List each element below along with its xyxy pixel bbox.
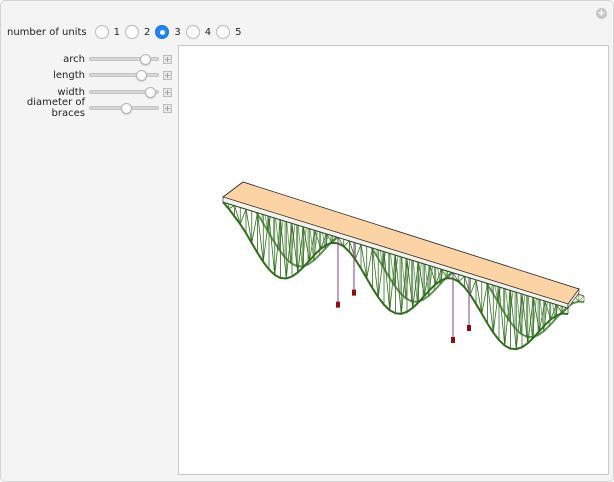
units-option-2[interactable]: 2 [124, 25, 151, 39]
bridge-3d-viewport[interactable] [178, 45, 609, 475]
number-of-units-control: number of units 1 2 3 4 5 [7, 23, 246, 41]
radio-button[interactable] [216, 25, 231, 39]
radio-label: 3 [174, 26, 181, 38]
radio-label: 1 [113, 26, 120, 38]
radio-label: 5 [235, 26, 242, 38]
truss-brace [577, 295, 585, 302]
truss-brace [366, 247, 373, 279]
diameter-of-braces-slider-row: diameter of braces + [1, 97, 172, 119]
arch-slider-row: arch + [1, 52, 172, 66]
slider-thumb[interactable] [136, 70, 148, 81]
slider-thumb[interactable] [139, 54, 151, 65]
width-label: width [57, 86, 85, 98]
units-option-5[interactable]: 5 [216, 25, 241, 39]
truss-brace [228, 205, 235, 210]
units-option-3[interactable]: 3 [155, 25, 181, 39]
truss-brace [239, 208, 247, 225]
slider-thumb[interactable] [144, 87, 156, 98]
diameter-of-braces-slider[interactable] [89, 103, 159, 114]
pier-block [336, 301, 340, 308]
slider-thumb[interactable] [120, 103, 132, 114]
plus-icon[interactable]: + [163, 70, 172, 80]
length-label: length [53, 69, 85, 81]
length-slider[interactable] [89, 70, 159, 81]
truss-brace [251, 212, 258, 244]
radio-button[interactable] [94, 25, 109, 39]
radio-button[interactable] [155, 25, 170, 39]
plus-icon[interactable]: + [596, 8, 607, 19]
plus-icon[interactable]: + [163, 103, 172, 113]
units-option-4[interactable]: 4 [185, 25, 212, 39]
radio-button[interactable] [185, 25, 200, 39]
truss-brace [458, 275, 465, 283]
radio-label: 4 [204, 26, 212, 38]
truss-brace [481, 283, 488, 314]
pier-block [451, 336, 455, 343]
truss-brace [469, 279, 477, 295]
arch-label: arch [63, 53, 85, 65]
number-of-units-label: number of units [7, 26, 87, 38]
truss-brace [354, 244, 362, 260]
pier-block [352, 289, 356, 296]
units-option-1[interactable]: 1 [94, 25, 120, 39]
length-slider-row: length + [1, 68, 172, 82]
radio-button[interactable] [124, 25, 139, 39]
pier-block [467, 324, 471, 331]
bridge-piers [336, 289, 471, 343]
plus-icon[interactable]: + [163, 87, 172, 97]
truss-brace [343, 240, 350, 247]
arch-slider[interactable] [89, 54, 159, 65]
radio-label: 2 [143, 26, 151, 38]
diameter-of-braces-label: diameter of braces [26, 97, 85, 119]
demonstration-panel: + number of units 1 2 3 4 5 arch + lengt… [0, 0, 614, 482]
width-slider[interactable] [89, 87, 159, 98]
plus-icon[interactable]: + [163, 54, 172, 64]
arch-bridge-graphic [222, 181, 585, 351]
